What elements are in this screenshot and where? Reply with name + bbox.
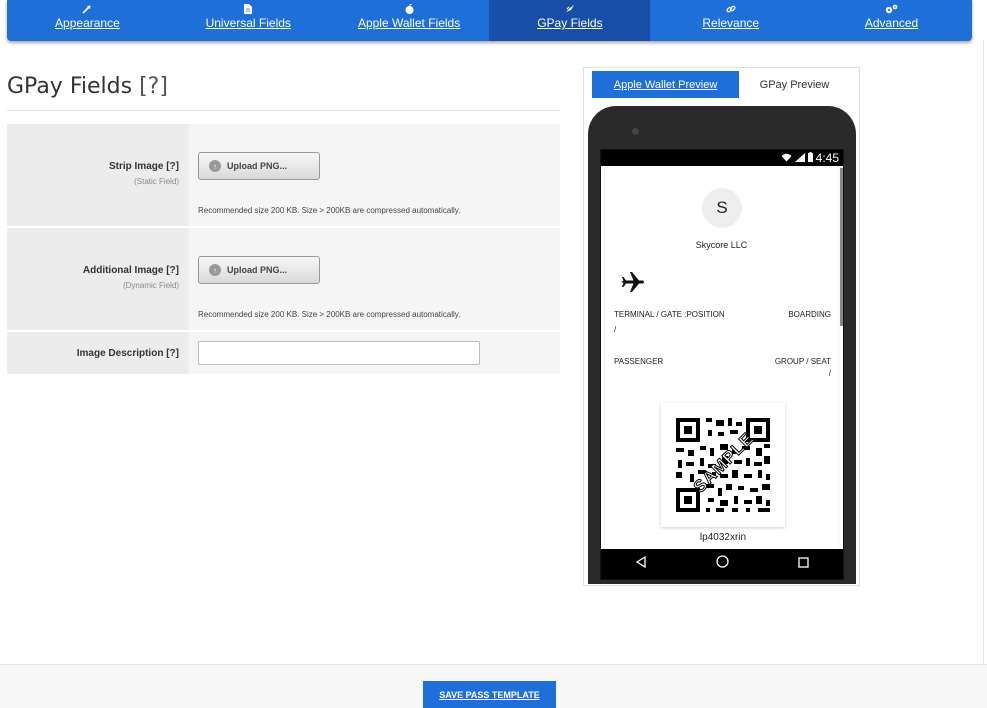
additional-image-note: Recommended size 200 KB. Size > 200KB ar… <box>198 310 461 319</box>
preview-panel: Apple Wallet Preview GPay Preview 4:45 S… <box>583 67 860 586</box>
tab-label: Universal Fields <box>205 16 291 30</box>
link-icon <box>724 3 738 14</box>
page-edge-divider <box>983 40 984 664</box>
home-icon[interactable] <box>716 555 729 573</box>
airplane-icon <box>618 268 646 296</box>
image-description-label-text: Image Description <box>76 348 164 359</box>
tab-label: Appearance <box>55 16 120 30</box>
strip-image-label-cell: Strip Image [?] (Static Field) <box>7 124 189 226</box>
battery-icon <box>807 151 813 165</box>
tab-label: Apple Wallet Fields <box>357 16 461 30</box>
tab-gpay-fields[interactable]: GPay Fields <box>489 0 651 41</box>
strip-image-sublabel: (Static Field) <box>134 177 179 186</box>
gears-icon <box>885 3 899 14</box>
document-icon <box>241 3 255 14</box>
signal-icon <box>794 151 805 165</box>
tab-advanced[interactable]: Advanced <box>811 0 972 41</box>
tab-label: Advanced <box>864 16 919 30</box>
image-description-help-link[interactable]: [?] <box>166 348 179 359</box>
top-nav: Appearance Universal Fields Apple Wallet… <box>7 0 972 41</box>
image-description-label-cell: Image Description [?] <box>7 332 189 374</box>
recents-icon[interactable] <box>797 555 809 573</box>
additional-image-row: Additional Image [?] (Dynamic Field) ↑ U… <box>7 228 560 332</box>
group-seat-value: / <box>828 369 831 378</box>
tab-relevance[interactable]: Relevance <box>650 0 811 41</box>
gpay-icon <box>563 3 577 14</box>
image-description-label: Image Description [?] <box>7 348 179 359</box>
tab-label: GPay Fields <box>537 16 603 30</box>
terminal-label: TERMINAL / GATE :POSITION <box>614 310 725 319</box>
company-name: Skycore LLC <box>695 240 748 250</box>
tab-appearance[interactable]: Appearance <box>7 0 168 41</box>
passenger-label: PASSENGER <box>614 357 664 366</box>
additional-image-upload-button[interactable]: ↑ Upload PNG... <box>198 256 320 284</box>
group-seat-label: GROUP / SEAT <box>774 357 831 366</box>
additional-image-sublabel: (Dynamic Field) <box>122 281 179 290</box>
image-description-row: Image Description [?] <box>7 332 560 376</box>
status-bar: 4:45 <box>601 150 843 166</box>
upload-icon: ↑ <box>209 160 221 172</box>
strip-image-row: Strip Image [?] (Static Field) ↑ Upload … <box>7 124 560 228</box>
phone-frame: 4:45 S Skycore LLC TERMINAL / GATE :POSI… <box>588 106 856 584</box>
image-description-input[interactable] <box>198 341 480 365</box>
terminal-value: / <box>614 325 617 334</box>
strip-image-label: Strip Image [?] <box>7 161 179 172</box>
additional-image-label-text: Additional Image <box>82 265 164 276</box>
page-help-link[interactable]: [?] <box>139 74 168 99</box>
tab-label: Relevance <box>702 16 760 30</box>
upload-button-label: Upload PNG... <box>227 161 288 171</box>
tab-universal-fields[interactable]: Universal Fields <box>168 0 329 41</box>
page-title-text: GPay Fields <box>7 74 133 99</box>
tab-gpay-preview[interactable]: GPay Preview <box>739 71 850 98</box>
wifi-icon <box>781 151 792 165</box>
apple-icon <box>402 3 416 14</box>
preview-tabs: Apple Wallet Preview GPay Preview <box>592 71 850 98</box>
additional-image-value-cell: ↑ Upload PNG... Recommended size 200 KB.… <box>189 228 560 330</box>
strip-image-label-text: Strip Image <box>108 161 164 172</box>
upload-button-label: Upload PNG... <box>227 265 288 275</box>
page-title: GPay Fields [?] <box>7 74 168 99</box>
additional-image-label: Additional Image [?] <box>7 265 179 276</box>
tab-apple-wallet-preview[interactable]: Apple Wallet Preview <box>592 71 739 98</box>
gpay-fields-form: Strip Image [?] (Static Field) ↑ Upload … <box>7 124 560 376</box>
pass-card: S Skycore LLC TERMINAL / GATE :POSITION … <box>605 168 838 550</box>
boarding-label: BOARDING <box>788 310 831 319</box>
phone-camera <box>632 128 639 135</box>
title-divider <box>7 110 560 111</box>
preview-scrollbar[interactable] <box>840 168 843 326</box>
strip-image-note: Recommended size 200 KB. Size > 200KB ar… <box>198 206 461 215</box>
magic-wand-icon <box>80 3 94 14</box>
status-time: 4:45 <box>815 151 839 165</box>
tab-apple-wallet-fields[interactable]: Apple Wallet Fields <box>329 0 490 41</box>
upload-icon: ↑ <box>209 264 221 276</box>
phone-screen: 4:45 S Skycore LLC TERMINAL / GATE :POSI… <box>600 149 844 580</box>
strip-image-help-link[interactable]: [?] <box>166 161 179 172</box>
android-nav-bar <box>601 549 843 579</box>
strip-image-value-cell: ↑ Upload PNG... Recommended size 200 KB.… <box>189 124 560 226</box>
barcode-text: lp4032xrin <box>699 532 747 543</box>
company-avatar: S <box>702 188 742 228</box>
additional-image-label-cell: Additional Image [?] (Dynamic Field) <box>7 228 189 330</box>
save-pass-template-button[interactable]: SAVE PASS TEMPLATE <box>423 681 556 708</box>
qr-code: SAMPLE <box>661 403 785 527</box>
back-icon[interactable] <box>635 555 647 573</box>
strip-image-upload-button[interactable]: ↑ Upload PNG... <box>198 152 320 180</box>
additional-image-help-link[interactable]: [?] <box>166 265 179 276</box>
image-description-value-cell <box>189 332 560 374</box>
